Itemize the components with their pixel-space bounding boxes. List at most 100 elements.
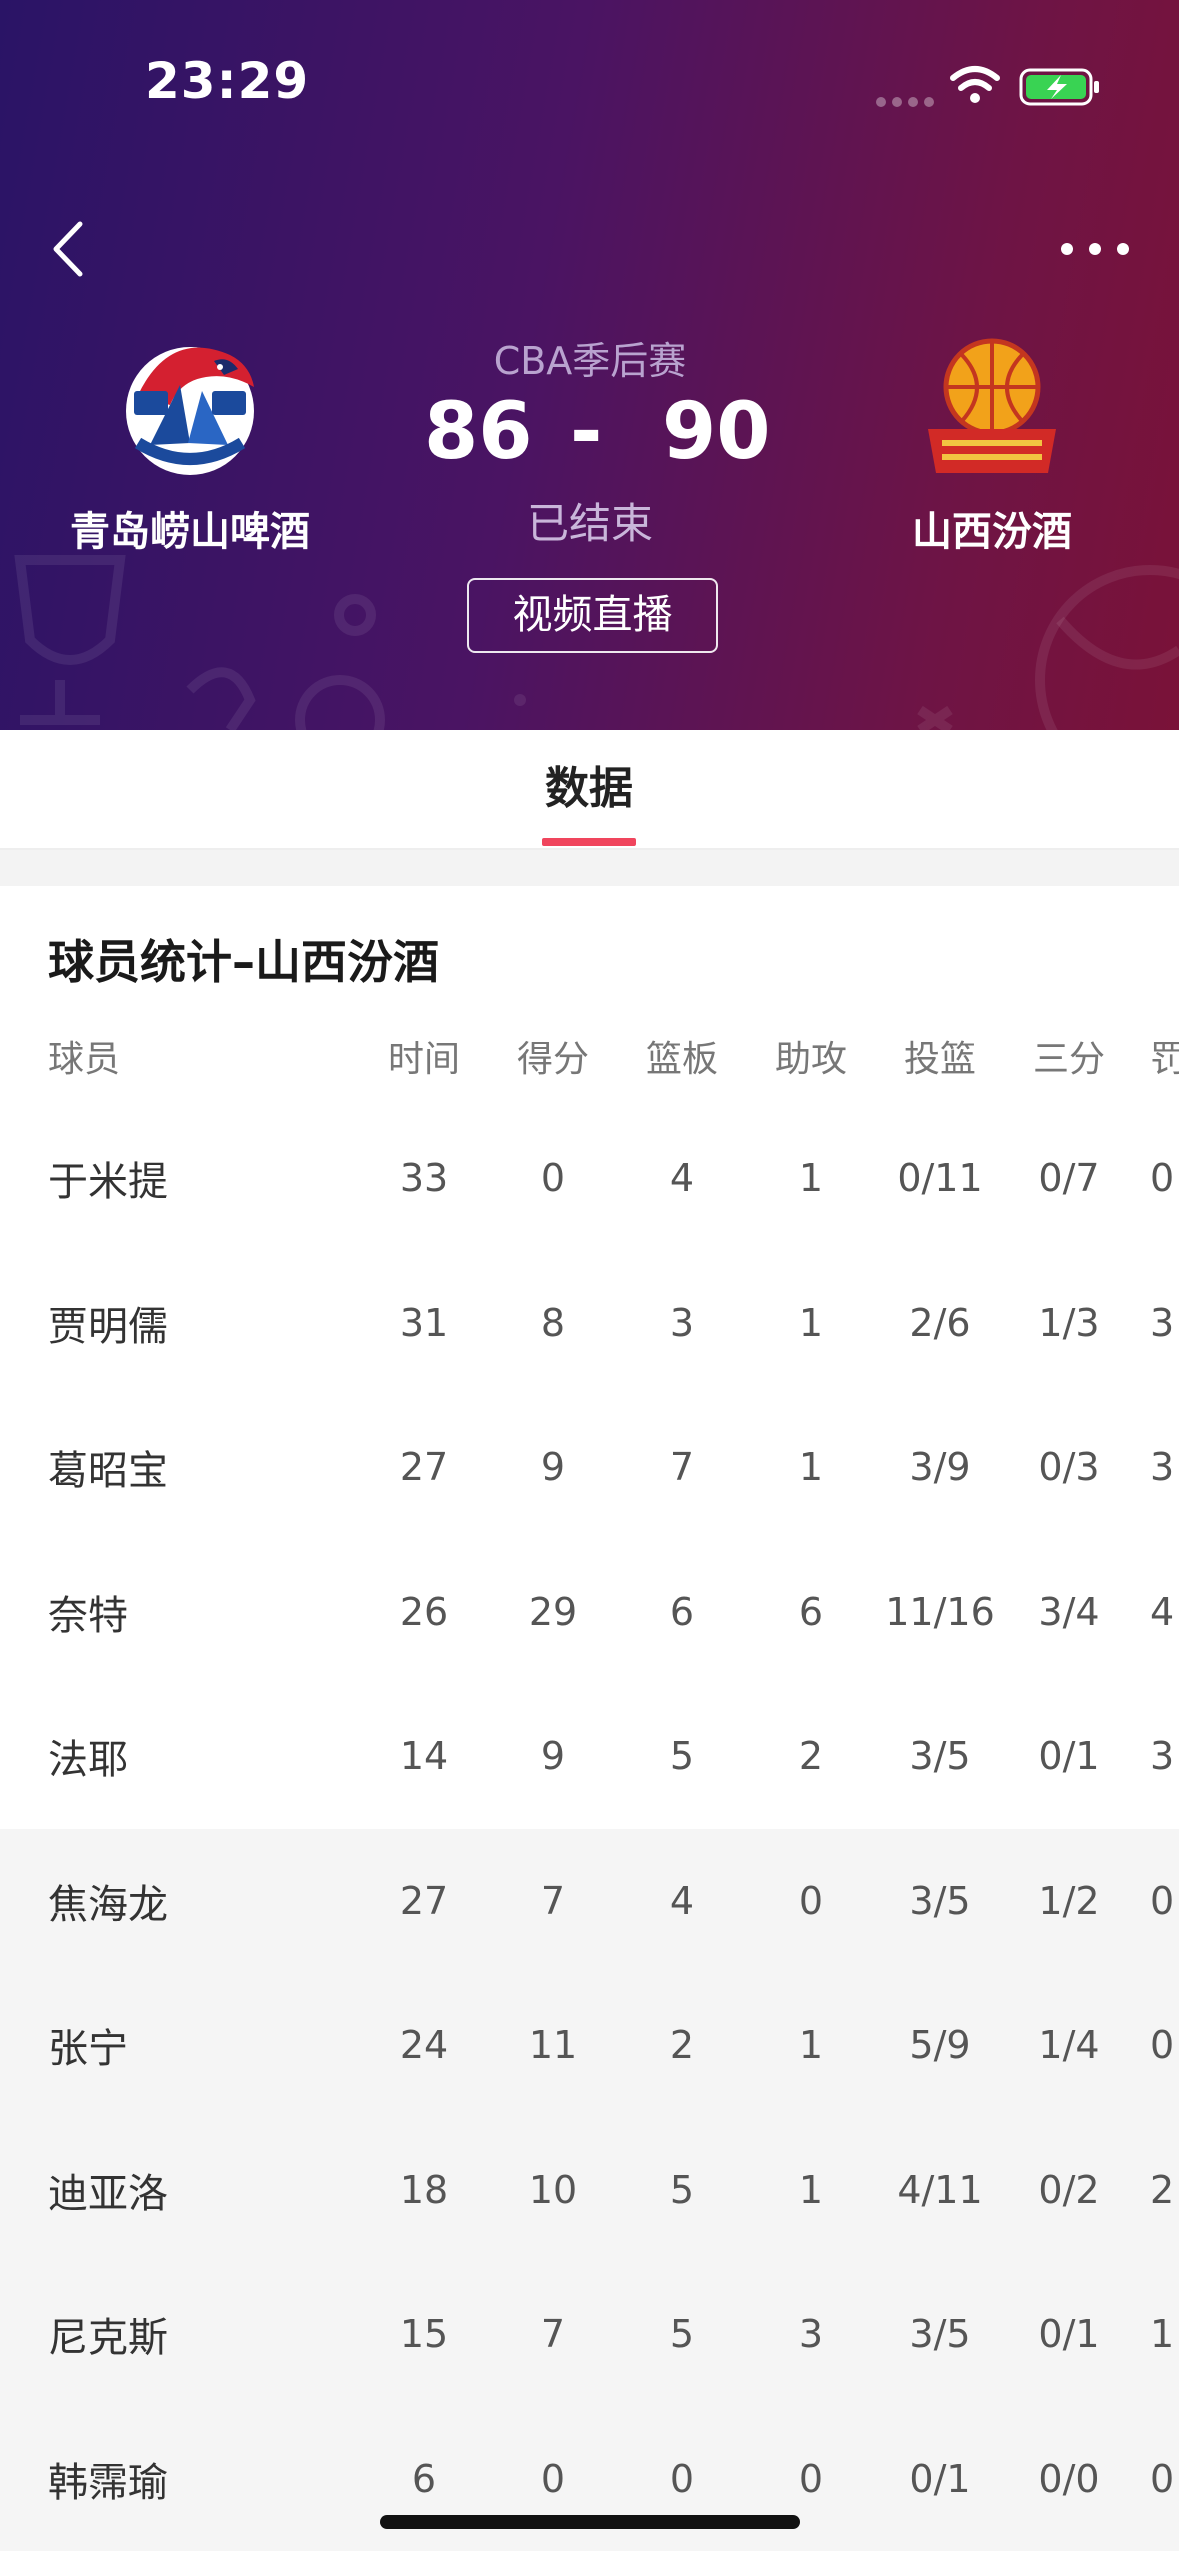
stat-free-throws: 3 (1150, 1300, 1175, 1345)
back-icon[interactable] (44, 216, 94, 282)
table-row[interactable]: 于米提 33 0 4 1 0/11 0/7 0 (0, 1106, 1179, 1251)
table-row[interactable]: 葛昭宝 27 9 7 1 3/9 0/3 3 (0, 1395, 1179, 1540)
stat-free-throws: 0 (1150, 2456, 1175, 2501)
stat-three-pointers: 0/0 (1038, 2456, 1100, 2501)
stat-field-goals: 3/9 (909, 1445, 971, 1490)
stat-free-throws: 0 (1150, 1878, 1175, 1923)
tab-data[interactable]: 数据 (489, 730, 689, 850)
more-icon[interactable] (1055, 226, 1135, 272)
stat-minutes: 6 (411, 2456, 437, 2501)
stat-minutes: 26 (399, 1589, 449, 1634)
away-team[interactable]: 山西汾酒 (842, 325, 1142, 557)
home-score: 86 (424, 387, 533, 477)
column-header: 投篮 (903, 1039, 976, 1080)
table-row[interactable]: 贾明儒 31 8 3 1 2/6 1/3 3 (0, 1251, 1179, 1396)
league-label: CBA季后赛 (493, 339, 687, 383)
stat-minutes: 14 (399, 1734, 449, 1779)
stat-free-throws: 1 (1150, 2312, 1175, 2357)
player-name: 奈特 (48, 1592, 128, 1639)
stat-three-pointers: 0/7 (1038, 1156, 1100, 1201)
stat-assists: 6 (798, 1589, 824, 1634)
score-separator: - (570, 387, 603, 477)
home-indicator[interactable] (380, 2515, 800, 2529)
column-header: 篮板 (645, 1039, 718, 1080)
stat-points: 9 (540, 1445, 566, 1490)
player-stats-section[interactable]: 球员统计–山西汾酒 球员 时间 得分 篮板 助攻 投篮 三分 罚 于米提 33 … (0, 886, 1179, 2556)
live-video-button[interactable]: 视频直播 (467, 578, 718, 653)
table-row[interactable]: 法耶 14 9 5 2 3/5 0/1 3 (0, 1684, 1179, 1829)
table-row-bench[interactable]: 焦海龙 27 7 4 0 3/5 1/2 0 (0, 1828, 1179, 1973)
stat-minutes: 18 (399, 2167, 449, 2212)
stat-field-goals: 3/5 (909, 1878, 971, 1923)
stats-table[interactable]: 球员 时间 得分 篮板 助攻 投篮 三分 罚 于米提 33 0 4 1 0/11… (0, 1006, 1179, 2551)
qingdao-team-logo (126, 347, 254, 475)
player-name: 法耶 (48, 1737, 128, 1784)
away-team-name: 山西汾酒 (912, 509, 1072, 555)
table-row-bench[interactable]: 张宁 24 11 2 1 5/9 1/4 0 (0, 1973, 1179, 2118)
tab-data-label: 数据 (545, 763, 633, 814)
stat-rebounds: 5 (669, 2167, 695, 2212)
stat-points: 8 (540, 1300, 566, 1345)
stat-assists: 1 (798, 2167, 824, 2212)
stat-free-throws: 2 (1150, 2167, 1175, 2212)
player-name: 尼克斯 (48, 2315, 168, 2362)
scoreboard: 86 - 90 (390, 382, 790, 482)
column-header: 罚 (1150, 1039, 1179, 1080)
stat-rebounds: 3 (669, 1300, 695, 1345)
stat-three-pointers: 0/1 (1038, 2312, 1100, 2357)
table-header-row: 球员 时间 得分 篮板 助攻 投篮 三分 罚 (0, 1006, 1179, 1106)
stat-free-throws: 3 (1150, 1445, 1175, 1490)
away-score: 90 (662, 387, 771, 477)
stat-field-goals: 3/5 (909, 2312, 971, 2357)
game-status: 已结束 (526, 499, 653, 548)
stat-three-pointers: 1/2 (1038, 1878, 1100, 1923)
column-header: 得分 (516, 1039, 589, 1080)
stat-field-goals: 3/5 (909, 1734, 971, 1779)
player-name: 焦海龙 (48, 1881, 168, 1928)
column-header: 助攻 (774, 1039, 847, 1080)
table-row-bench[interactable]: 韩霈瑜 6 0 0 0 0/1 0/0 0 (0, 2406, 1179, 2551)
stat-three-pointers: 1/4 (1038, 2023, 1100, 2068)
stat-minutes: 15 (399, 2312, 449, 2357)
stat-rebounds: 6 (669, 1589, 695, 1634)
table-row[interactable]: 奈特 26 29 6 6 11/16 3/4 4 (0, 1540, 1179, 1685)
stat-points: 0 (540, 2456, 566, 2501)
stat-assists: 1 (798, 1445, 824, 1490)
battery-charging-icon (1019, 68, 1099, 106)
stat-three-pointers: 0/3 (1038, 1445, 1100, 1490)
stat-rebounds: 2 (669, 2023, 695, 2068)
player-name: 葛昭宝 (48, 1448, 168, 1495)
stat-three-pointers: 0/2 (1038, 2167, 1100, 2212)
home-team-name: 青岛崂山啤酒 (70, 509, 310, 555)
stat-assists: 1 (798, 1156, 824, 1201)
column-header: 三分 (1032, 1039, 1105, 1080)
column-header: 球员 (48, 1039, 121, 1080)
player-name: 于米提 (48, 1159, 168, 1206)
table-row-bench[interactable]: 迪亚洛 18 10 5 1 4/11 0/2 2 (0, 2117, 1179, 2262)
stat-rebounds: 5 (669, 2312, 695, 2357)
stat-rebounds: 0 (669, 2456, 695, 2501)
stat-assists: 3 (798, 2312, 824, 2357)
stat-rebounds: 5 (669, 1734, 695, 1779)
stat-three-pointers: 1/3 (1038, 1300, 1100, 1345)
stats-title: 球员统计–山西汾酒 (48, 935, 439, 989)
stat-points: 7 (540, 1878, 566, 1923)
player-name: 贾明儒 (48, 1303, 168, 1350)
stat-assists: 0 (798, 2456, 824, 2501)
table-row-bench[interactable]: 尼克斯 15 7 5 3 3/5 0/1 1 (0, 2262, 1179, 2407)
stat-assists: 1 (798, 2023, 824, 2068)
column-header: 时间 (387, 1039, 460, 1080)
wifi-icon (950, 66, 1000, 91)
stat-points: 0 (540, 1156, 566, 1201)
status-time: 23:29 (145, 52, 310, 110)
stat-rebounds: 4 (669, 1878, 695, 1923)
stat-free-throws: 4 (1150, 1589, 1175, 1634)
home-team[interactable]: 青岛崂山啤酒 (40, 325, 340, 557)
player-name: 迪亚洛 (48, 2170, 168, 2217)
stat-points: 7 (540, 2312, 566, 2357)
stat-minutes: 24 (399, 2023, 449, 2068)
stat-points: 11 (528, 2023, 578, 2068)
section-divider (0, 850, 1179, 886)
stat-three-pointers: 0/1 (1038, 1734, 1100, 1779)
stat-assists: 1 (798, 1300, 824, 1345)
